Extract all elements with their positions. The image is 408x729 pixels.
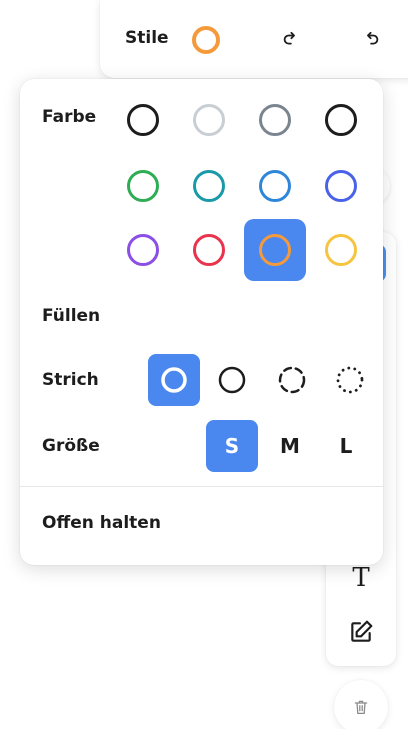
size-option-l[interactable]: L (320, 420, 372, 472)
color-swatch-grey[interactable] (244, 89, 306, 151)
undo-button[interactable] (356, 24, 388, 56)
color-swatch-red[interactable] (178, 219, 240, 281)
size-option-s[interactable]: S (206, 420, 258, 472)
note-edit-icon (351, 620, 373, 642)
color-ring (259, 170, 291, 202)
redo-button[interactable] (274, 24, 306, 56)
color-swatch-orange[interactable] (244, 219, 306, 281)
styles-panel: Farbe Füllen Strich Größe SML Offen halt… (20, 79, 383, 565)
color-label: Farbe (42, 107, 97, 127)
stroke-dotted-icon (336, 366, 364, 394)
styles-label[interactable]: Stile (125, 28, 169, 48)
panel-divider (20, 486, 383, 487)
trash-icon (354, 700, 368, 715)
color-ring (127, 234, 159, 266)
color-ring (127, 170, 159, 202)
color-swatch-blue[interactable] (244, 155, 306, 217)
stroke-dashed-icon (278, 366, 306, 394)
stroke-option-solid[interactable] (206, 354, 258, 406)
note-tool-button[interactable] (340, 612, 382, 652)
color-swatch-black[interactable] (112, 89, 174, 151)
color-ring (325, 104, 357, 136)
fill-label[interactable]: Füllen (42, 306, 100, 326)
color-ring (193, 170, 225, 202)
color-swatch-black-2[interactable] (310, 89, 372, 151)
stroke-option-dashed[interactable] (266, 354, 318, 406)
color-swatch-light-grey[interactable] (178, 89, 240, 151)
color-swatch-yellow[interactable] (310, 219, 372, 281)
color-ring (259, 104, 291, 136)
top-toolbar: Stile (100, 0, 408, 78)
stroke-option-solid-bold[interactable] (148, 354, 200, 406)
stroke-option-dotted[interactable] (324, 354, 376, 406)
color-ring (193, 234, 225, 266)
size-option-m[interactable]: M (264, 420, 316, 472)
stroke-solid-icon (218, 366, 246, 394)
color-swatch-teal[interactable] (178, 155, 240, 217)
keep-open-toggle[interactable]: Offen halten (42, 513, 161, 533)
color-ring (325, 234, 357, 266)
current-color-swatch[interactable] (192, 26, 220, 54)
color-ring (127, 104, 159, 136)
color-ring (193, 104, 225, 136)
redo-icon (283, 31, 295, 45)
color-swatch-indigo[interactable] (310, 155, 372, 217)
text-icon: T (352, 563, 370, 593)
stroke-label: Strich (42, 370, 99, 390)
color-swatch-violet[interactable] (112, 219, 174, 281)
size-label: Größe (42, 436, 100, 456)
stroke-solid-bold-icon (161, 367, 187, 393)
color-ring (259, 234, 291, 266)
color-swatch-green[interactable] (112, 155, 174, 217)
undo-icon (367, 31, 379, 45)
color-ring (325, 170, 357, 202)
delete-button[interactable] (334, 680, 388, 729)
